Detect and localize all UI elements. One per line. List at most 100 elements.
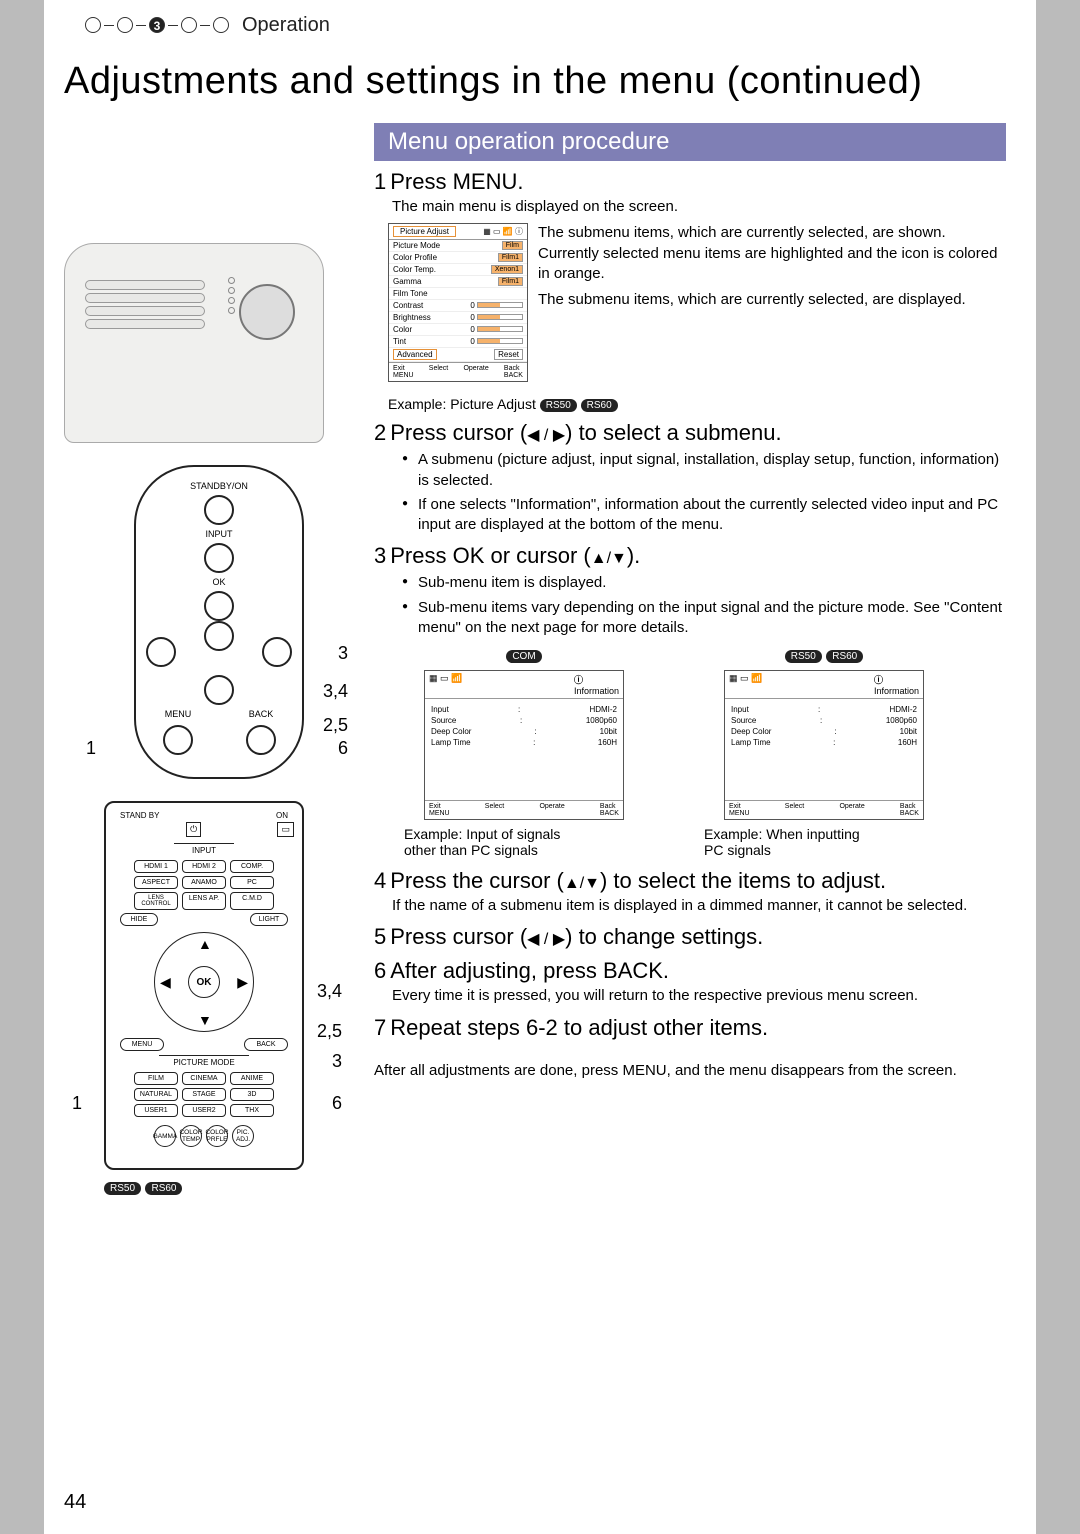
- cursor-right-button[interactable]: [262, 637, 292, 667]
- ok-label: OK: [136, 577, 302, 587]
- user1-button[interactable]: USER1: [134, 1104, 178, 1117]
- cursor-left-icon[interactable]: ◀: [160, 974, 171, 991]
- natural-button[interactable]: NATURAL: [134, 1088, 178, 1101]
- stage-button[interactable]: STAGE: [182, 1088, 226, 1101]
- input-label: INPUT: [136, 529, 302, 539]
- closing-note: After all adjustments are done, press ME…: [374, 1061, 1006, 1081]
- cinema-button[interactable]: CINEMA: [182, 1072, 226, 1085]
- step-4-heading: 4Press the cursor (▲/▼) to select the it…: [374, 868, 1006, 894]
- remote-back-button[interactable]: BACK: [244, 1038, 288, 1051]
- page-title: Adjustments and settings in the menu (co…: [44, 50, 1036, 123]
- cursor-down-icon[interactable]: ▼: [198, 1012, 212, 1028]
- rs60-badge: RS60: [145, 1182, 182, 1195]
- callout-1: 1: [86, 738, 96, 759]
- callout-25: 2,5: [323, 715, 348, 736]
- step-2-bullet-2: If one selects "Information", informatio…: [402, 495, 1006, 536]
- step-2-heading: 2Press cursor (◀ / ▶) to select a submen…: [374, 420, 1006, 446]
- remote-ok-button[interactable]: OK: [188, 966, 220, 998]
- cursor-up-icon[interactable]: ▲: [198, 936, 212, 952]
- step-1-heading: 1Press MENU.: [374, 169, 1006, 195]
- step-1-sub: The main menu is displayed on the screen…: [392, 197, 1006, 217]
- remote-callout-34: 3,4: [317, 981, 342, 1002]
- remote-dpad: ▲ ▼ ◀ ▶ OK: [154, 932, 254, 1032]
- 3d-button[interactable]: 3D: [230, 1088, 274, 1101]
- hdmi1-button[interactable]: HDMI 1: [134, 860, 178, 873]
- section-heading: Menu operation procedure: [374, 123, 1006, 161]
- step-5-heading: 5Press cursor (◀ / ▶) to change settings…: [374, 924, 1006, 950]
- pic-adj-button[interactable]: PIC. ADJ.: [232, 1125, 254, 1147]
- panel-back-button[interactable]: [246, 725, 276, 755]
- step-2-bullet-1: A submenu (picture adjust, input signal,…: [402, 450, 1006, 491]
- gamma-button[interactable]: GAMMA: [154, 1125, 176, 1147]
- thx-button[interactable]: THX: [230, 1104, 274, 1117]
- step-3-bullet-2: Sub-menu items vary depending on the inp…: [402, 598, 1006, 639]
- remote-input-label: INPUT: [174, 843, 234, 855]
- step-6-heading: 6After adjusting, press BACK.: [374, 958, 1006, 984]
- user2-button[interactable]: USER2: [182, 1104, 226, 1117]
- info-screen-rs: ▦ ▭ 📶ⓘInformation Input:HDMI-2 Source:10…: [724, 670, 924, 820]
- step-3-heading: 3Press OK or cursor (▲/▼).: [374, 543, 1006, 569]
- remote-callout-1: 1: [72, 1093, 82, 1114]
- film-button[interactable]: FILM: [134, 1072, 178, 1085]
- step-7-heading: 7Repeat steps 6-2 to adjust other items.: [374, 1015, 1006, 1041]
- cursor-right-icon[interactable]: ▶: [237, 974, 248, 991]
- cmd-button[interactable]: C.M.D: [230, 892, 274, 910]
- section-name: Operation: [242, 14, 330, 37]
- on-label: ON: [276, 811, 288, 820]
- rs50-badge: RS50: [785, 650, 822, 663]
- panel-menu-button[interactable]: [163, 725, 193, 755]
- step-4-sub: If the name of a submenu item is display…: [392, 896, 1006, 916]
- light-button[interactable]: LIGHT: [250, 913, 288, 926]
- input-button[interactable]: [204, 543, 234, 573]
- ok-button[interactable]: [204, 591, 234, 621]
- standby-button[interactable]: [204, 495, 234, 525]
- hdmi2-button[interactable]: HDMI 2: [182, 860, 226, 873]
- standby-label: STAND BY: [120, 811, 159, 820]
- color-profile-button[interactable]: COLOR PRFLE: [206, 1125, 228, 1147]
- rs50-badge: RS50: [104, 1182, 141, 1195]
- callout-34: 3,4: [323, 681, 348, 702]
- cursor-down-button[interactable]: [204, 675, 234, 705]
- info-screen-com: ▦ ▭ 📶ⓘInformation Input:HDMI-2 Source:10…: [424, 670, 624, 820]
- aspect-button[interactable]: ASPECT: [134, 876, 178, 889]
- rs60-badge: RS60: [826, 650, 863, 663]
- remote-callout-3: 3: [332, 1051, 342, 1072]
- anime-button[interactable]: ANIME: [230, 1072, 274, 1085]
- cursor-up-button[interactable]: [204, 621, 234, 651]
- remote-callout-6: 6: [332, 1093, 342, 1114]
- remote-menu-button[interactable]: MENU: [120, 1038, 164, 1051]
- picture-mode-label: PICTURE MODE: [159, 1055, 249, 1067]
- lens-ap-button[interactable]: LENS AP.: [182, 892, 226, 910]
- model-badges: RS50 RS60: [104, 1180, 344, 1198]
- standby-label: STANDBY/ON: [136, 481, 302, 491]
- callout-text-1: The submenu items, which are currently s…: [538, 223, 1006, 284]
- step-3-bullet-1: Sub-menu item is displayed.: [402, 573, 1006, 593]
- projector-control-panel: STANDBY/ON INPUT OK 3 3,4 2,5 MENU BACK: [134, 465, 304, 779]
- step-indicator-3: 3: [149, 17, 165, 33]
- color-temp-button[interactable]: COLOR TEMP: [180, 1125, 202, 1147]
- breadcrumb: 3 Operation: [44, 0, 1036, 50]
- cursor-left-button[interactable]: [146, 637, 176, 667]
- osd-menu-example: Picture Adjust▦ ▭ 📶 ⓘ Picture ModeFilm C…: [388, 223, 528, 382]
- remote-callout-25: 2,5: [317, 1021, 342, 1042]
- hide-button[interactable]: HIDE: [120, 913, 158, 926]
- pc-button[interactable]: PC: [230, 876, 274, 889]
- example-label-1: Example: Picture Adjust RS50 RS60: [388, 396, 1006, 412]
- com-badge: COM: [506, 650, 541, 663]
- anamo-button[interactable]: ANAMO: [182, 876, 226, 889]
- projector-illustration: [64, 243, 324, 443]
- back-label: BACK: [249, 709, 274, 719]
- info-caption-2: Example: When inputtingPC signals: [704, 826, 944, 858]
- remote-control: STAND BY ON ⏻ ▭ INPUT HDMI 1 HDMI 2 COMP…: [104, 801, 304, 1170]
- osd-title: Picture Adjust: [393, 226, 456, 237]
- comp-button[interactable]: COMP.: [230, 860, 274, 873]
- info-caption-1: Example: Input of signalsother than PC s…: [404, 826, 644, 858]
- on-icon[interactable]: ▭: [277, 822, 294, 837]
- callout-6: 6: [338, 738, 348, 759]
- standby-icon[interactable]: ⏻: [186, 822, 201, 837]
- menu-label: MENU: [165, 709, 192, 719]
- callout-text-2: The submenu items, which are currently s…: [538, 290, 1006, 310]
- step-6-sub: Every time it is pressed, you will retur…: [392, 986, 1006, 1006]
- lens-control-button[interactable]: LENS CONTROL: [134, 892, 178, 910]
- page-number: 44: [64, 1491, 86, 1514]
